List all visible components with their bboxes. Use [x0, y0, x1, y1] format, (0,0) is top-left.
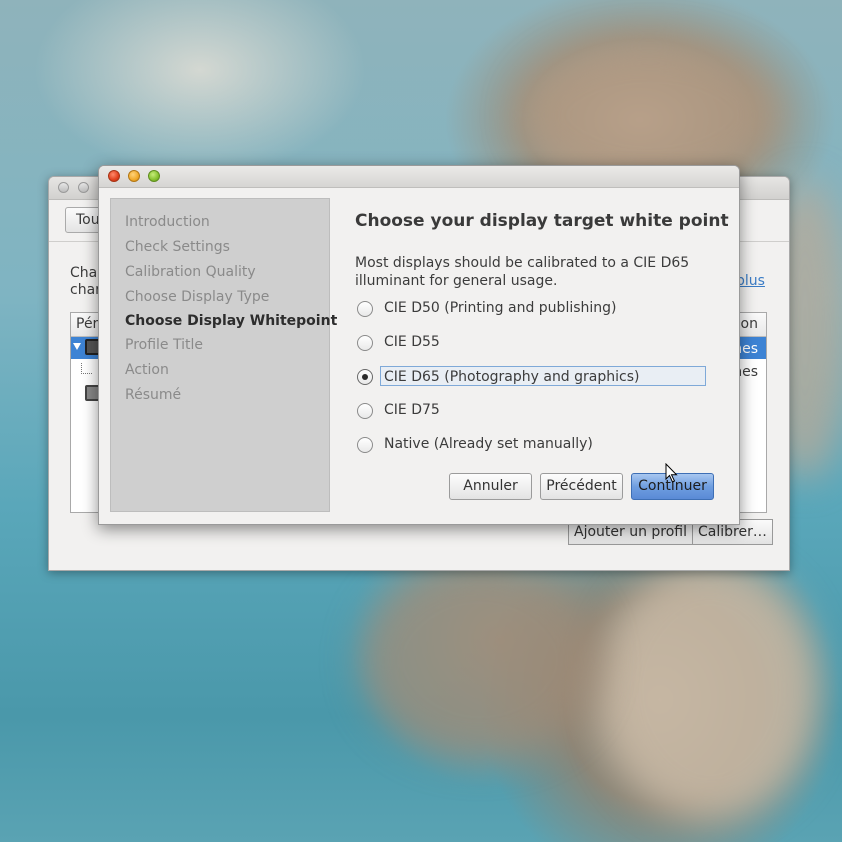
learn-more-link[interactable]: plus — [736, 273, 765, 289]
step-calibration-quality: Calibration Quality — [125, 264, 256, 280]
description-line: Cha — [70, 265, 98, 281]
option-label[interactable]: CIE D65 (Photography and graphics) — [380, 366, 706, 386]
step-choose-display-type: Choose Display Type — [125, 289, 270, 305]
radio-button[interactable] — [357, 301, 373, 317]
mouse-pointer-icon — [665, 463, 678, 483]
steps-sidebar: Introduction Check Settings Calibration … — [110, 198, 337, 512]
close-icon[interactable] — [108, 170, 120, 182]
option-cie-d50[interactable]: CIE D50 (Printing and publishing) — [356, 297, 713, 321]
close-icon[interactable] — [58, 182, 69, 193]
calibration-assistant-dialog: Introduction Check Settings Calibration … — [98, 165, 740, 525]
radio-button[interactable] — [357, 403, 373, 419]
radio-button-selected[interactable] — [357, 369, 373, 385]
option-label[interactable]: CIE D50 (Printing and publishing) — [382, 300, 619, 316]
option-cie-d75[interactable]: CIE D75 — [356, 399, 713, 423]
wallpaper-shape — [360, 560, 600, 760]
radio-button[interactable] — [357, 335, 373, 351]
page-description: Most displays should be calibrated to a … — [355, 255, 690, 289]
radio-button[interactable] — [357, 437, 373, 453]
wallpaper-shape — [600, 560, 820, 820]
previous-button[interactable]: Précédent — [540, 473, 623, 500]
option-cie-d55[interactable]: CIE D55 — [356, 331, 713, 355]
dialog-titlebar — [99, 166, 739, 188]
option-label[interactable]: CIE D55 — [382, 334, 442, 350]
minimize-icon[interactable] — [128, 170, 140, 182]
step-choose-display-whitepoint: Choose Display Whitepoint — [125, 313, 338, 329]
option-cie-d65[interactable]: CIE D65 (Photography and graphics) — [356, 365, 713, 389]
expander-arrow-icon[interactable] — [73, 343, 81, 350]
description-line: char — [70, 282, 101, 298]
step-introduction: Introduction — [125, 214, 210, 230]
option-native[interactable]: Native (Already set manually) — [356, 433, 713, 457]
tree-line — [81, 363, 92, 374]
step-action: Action — [125, 362, 169, 378]
option-label[interactable]: CIE D75 — [382, 402, 442, 418]
page-title: Choose your display target white point — [355, 211, 729, 231]
step-summary: Résumé — [125, 387, 182, 403]
column-header-device[interactable]: Pér — [76, 316, 98, 332]
maximize-icon[interactable] — [148, 170, 160, 182]
step-check-settings: Check Settings — [125, 239, 230, 255]
option-label[interactable]: Native (Already set manually) — [382, 436, 595, 452]
minimize-icon[interactable] — [78, 182, 89, 193]
cancel-button[interactable]: Annuler — [449, 473, 532, 500]
step-profile-title: Profile Title — [125, 337, 203, 353]
